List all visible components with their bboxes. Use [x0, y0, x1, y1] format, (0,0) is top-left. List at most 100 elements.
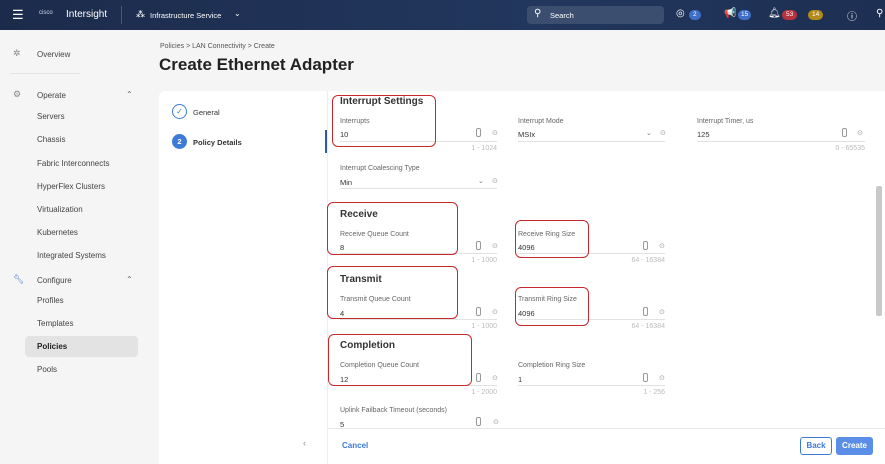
- info-icon[interactable]: ⊙: [492, 308, 498, 316]
- search-placeholder: Search: [550, 11, 574, 20]
- divider: [121, 6, 122, 24]
- coalescing-label: Interrupt Coalescing Type: [340, 165, 420, 172]
- info-icon[interactable]: ⊙: [659, 308, 665, 316]
- cq-ring-label: Completion Ring Size: [518, 362, 586, 369]
- highlight-box: [327, 202, 458, 255]
- search-input[interactable]: ⚲ Search: [527, 6, 664, 24]
- underline: [340, 319, 497, 320]
- highlight-box: [515, 287, 589, 326]
- interrupts-stepper[interactable]: [476, 128, 481, 137]
- info-icon[interactable]: ⊙: [492, 129, 498, 137]
- warning-alarms-badge[interactable]: 14: [808, 10, 824, 20]
- sidebar-item-profiles[interactable]: Profiles: [37, 296, 64, 305]
- info-icon[interactable]: ⊙: [492, 242, 498, 250]
- back-button[interactable]: Back: [800, 437, 832, 455]
- info-icon[interactable]: ⊙: [660, 129, 666, 137]
- breadcrumb: Policies > LAN Connectivity > Create: [160, 43, 275, 50]
- highlight-box: [515, 220, 589, 258]
- info-icon[interactable]: ⊙: [857, 129, 863, 137]
- chevron-down-icon[interactable]: ⌄: [478, 177, 484, 185]
- highlight-box: [327, 266, 458, 319]
- chevron-down-icon: ⌄: [234, 9, 241, 18]
- rx-queue-stepper[interactable]: [476, 241, 481, 250]
- user-icon[interactable]: ⚲: [876, 8, 883, 19]
- step-general-icon: ✓: [172, 104, 187, 119]
- rx-ring-range: 64 - 16384: [631, 257, 665, 264]
- scrollbar[interactable]: [876, 186, 882, 316]
- cq-count-range: 1 - 2000: [471, 389, 497, 396]
- underline: [518, 385, 665, 386]
- sidebar-item-integrated-systems[interactable]: Integrated Systems: [37, 251, 106, 260]
- tx-ring-range: 64 - 16384: [631, 323, 665, 330]
- wrench-icon: 🔧︎: [13, 274, 25, 284]
- uplink-stepper[interactable]: [476, 417, 481, 426]
- sidebar-item-pools[interactable]: Pools: [37, 365, 57, 374]
- sidebar-item-chassis[interactable]: Chassis: [37, 135, 65, 144]
- tx-queue-stepper[interactable]: [476, 307, 481, 316]
- info-icon[interactable]: ⊙: [659, 374, 665, 382]
- chevron-down-icon[interactable]: ⌄: [646, 129, 652, 137]
- highlight-box: [332, 95, 436, 147]
- interrupt-mode-select[interactable]: MSIx: [518, 130, 535, 139]
- coalescing-select[interactable]: Min: [340, 178, 352, 187]
- breadcrumb-policies[interactable]: Policies: [160, 43, 184, 50]
- page-title: Create Ethernet Adapter: [159, 55, 354, 74]
- announcements-icon[interactable]: 📢: [724, 8, 736, 19]
- service-selector[interactable]: Infrastructure Service: [150, 11, 221, 20]
- interrupt-timer-stepper[interactable]: [842, 128, 847, 137]
- sidebar-item-virtualization[interactable]: Virtualization: [37, 205, 83, 214]
- create-button[interactable]: Create: [836, 437, 873, 455]
- sidebar-group-configure[interactable]: Configure: [37, 276, 72, 285]
- critical-alarms-badge[interactable]: 53: [782, 10, 798, 20]
- sidebar-group-operate[interactable]: Operate: [37, 91, 66, 100]
- wizard-card: [159, 91, 885, 464]
- underline: [518, 141, 665, 142]
- rx-queue-range: 1 - 1000: [471, 257, 497, 264]
- collapse-chevron-icon[interactable]: ‹: [303, 438, 306, 448]
- sidebar-item-servers[interactable]: Servers: [37, 112, 65, 121]
- tx-queue-range: 1 - 1000: [471, 323, 497, 330]
- sidebar-item-hyperflex[interactable]: HyperFlex Clusters: [37, 182, 105, 191]
- cq-ring-range: 1 - 256: [643, 389, 665, 396]
- service-icon: ⁂: [136, 9, 145, 19]
- cq-count-stepper[interactable]: [476, 373, 481, 382]
- interrupt-mode-label: Interrupt Mode: [518, 118, 564, 125]
- tx-ring-stepper[interactable]: [643, 307, 648, 316]
- step-general[interactable]: General: [193, 108, 220, 117]
- info-icon[interactable]: ⊙: [493, 418, 499, 426]
- menu-icon[interactable]: ☰: [12, 7, 24, 23]
- tasks-badge[interactable]: 2: [689, 10, 701, 20]
- uplink-label: Uplink Failback Timeout (seconds): [340, 407, 447, 414]
- bell-icon[interactable]: 🔔︎: [768, 8, 781, 19]
- chevron-up-icon[interactable]: ⌃: [126, 90, 133, 99]
- breadcrumb-lan-connectivity[interactable]: LAN Connectivity: [192, 43, 246, 50]
- help-icon[interactable]: ⓘ: [847, 8, 857, 23]
- search-icon: ⚲: [534, 8, 542, 19]
- underline: [697, 141, 865, 142]
- cq-ring-input[interactable]: 1: [518, 375, 522, 384]
- announcements-badge[interactable]: 15: [738, 10, 752, 20]
- step-policy-details[interactable]: Policy Details: [193, 138, 242, 147]
- sidebar-item-templates[interactable]: Templates: [37, 319, 73, 328]
- interrupt-timer-range: 0 - 65535: [835, 145, 865, 152]
- interrupts-range: 1 - 1024: [471, 145, 497, 152]
- overview-icon: ✲: [13, 48, 21, 58]
- info-icon[interactable]: ⊙: [492, 374, 498, 382]
- cancel-button[interactable]: Cancel: [342, 441, 368, 450]
- sidebar-item-policies[interactable]: Policies: [37, 342, 67, 351]
- chevron-up-icon[interactable]: ⌃: [126, 275, 133, 284]
- interrupt-timer-input[interactable]: 125: [697, 130, 710, 139]
- underline: [340, 188, 497, 189]
- operate-icon: ⚙: [13, 89, 22, 99]
- highlight-box: [328, 334, 472, 386]
- sidebar-item-fabric-interconnects[interactable]: Fabric Interconnects: [37, 159, 109, 168]
- rx-ring-stepper[interactable]: [643, 241, 648, 250]
- info-icon[interactable]: ⊙: [659, 242, 665, 250]
- interrupt-timer-label: Interrupt Timer, us: [697, 118, 754, 125]
- cq-ring-stepper[interactable]: [643, 373, 648, 382]
- divider: [10, 73, 80, 74]
- sidebar-item-kubernetes[interactable]: Kubernetes: [37, 228, 78, 237]
- sidebar-item-overview[interactable]: Overview: [37, 50, 70, 59]
- tasks-icon[interactable]: ◎: [676, 8, 685, 19]
- info-icon[interactable]: ⊙: [492, 177, 498, 185]
